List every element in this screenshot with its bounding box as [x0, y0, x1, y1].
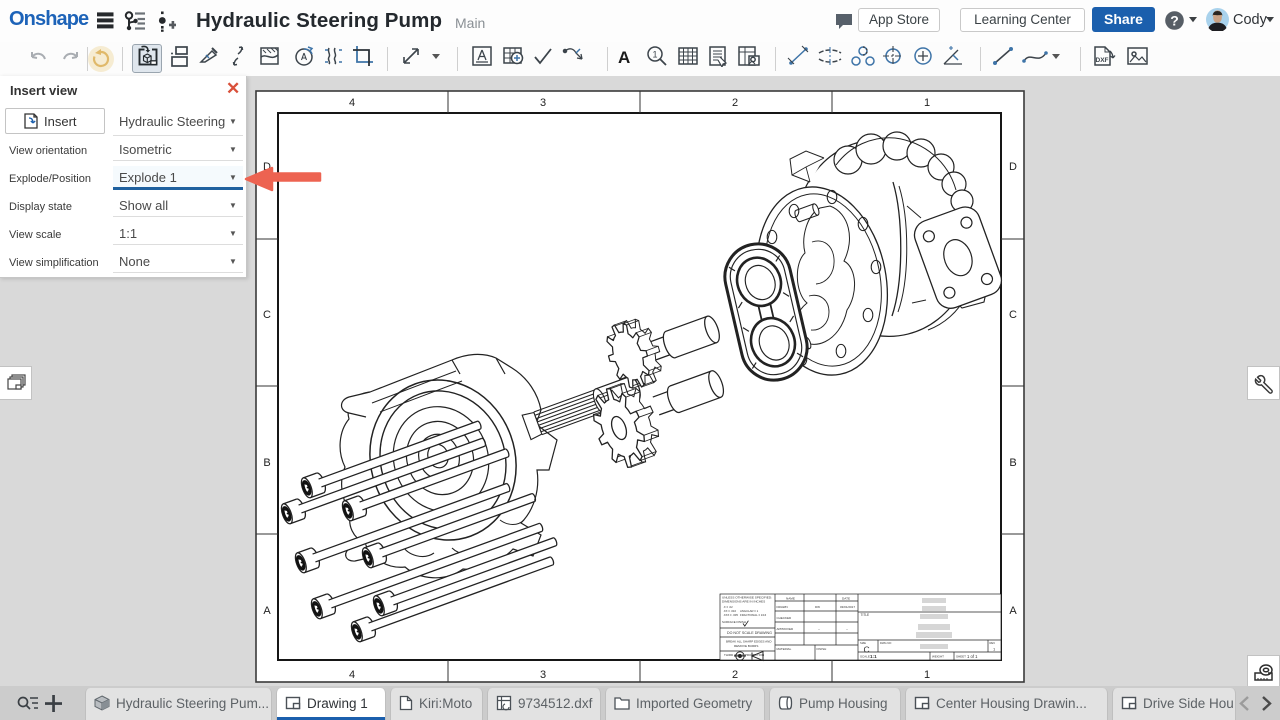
svg-text:MATERIAL: MATERIAL — [777, 647, 792, 651]
svg-text:4: 4 — [349, 669, 355, 681]
svg-text:DIMENSIONS ARE IN INCHES: DIMENSIONS ARE IN INCHES — [722, 600, 765, 604]
svg-text:3: 3 — [540, 97, 546, 109]
svg-text:.XXX ± .005: .XXX ± .005 — [723, 613, 738, 617]
svg-text:REMOVE BURRS: REMOVE BURRS — [734, 644, 758, 648]
svg-text:DWG NO: DWG NO — [880, 641, 891, 645]
svg-text:FINISH: FINISH — [817, 647, 827, 651]
svg-text:B: B — [263, 457, 270, 469]
svg-text:1: 1 — [924, 669, 930, 681]
svg-text:WEIGHT: WEIGHT — [932, 655, 944, 659]
svg-text:--: -- — [846, 627, 848, 631]
svg-text:SCALE: SCALE — [860, 655, 870, 659]
svg-text:DRAWN: DRAWN — [777, 605, 788, 609]
svg-text:A: A — [263, 605, 271, 617]
svg-text:APPROVED: APPROVED — [777, 627, 795, 631]
svg-text:4: 4 — [349, 97, 355, 109]
svg-text:1: 1 — [924, 97, 930, 109]
svg-text:2: 2 — [732, 669, 738, 681]
svg-text:NAME: NAME — [786, 597, 795, 601]
svg-text:3: 3 — [540, 669, 546, 681]
svg-text:REV: REV — [990, 641, 996, 645]
svg-text:FRACTIONAL ± 1/16: FRACTIONAL ± 1/16 — [740, 613, 767, 617]
svg-text:2: 2 — [732, 97, 738, 109]
svg-text:03/01/2017: 03/01/2017 — [840, 605, 855, 609]
svg-text:SHEET: SHEET — [956, 655, 966, 659]
svg-text:DATE: DATE — [842, 597, 850, 601]
svg-text:TITLE: TITLE — [861, 613, 870, 617]
svg-text:1: 1 — [652, 50, 657, 60]
svg-text:1:1: 1:1 — [870, 654, 877, 659]
svg-text:C: C — [263, 309, 271, 321]
svg-text:A: A — [1009, 605, 1017, 617]
svg-text:SURFACE FINISH: SURFACE FINISH — [722, 620, 746, 624]
svg-text:?: ? — [1170, 13, 1179, 29]
svg-text:DW: DW — [815, 605, 820, 609]
svg-text:D: D — [1009, 161, 1017, 173]
svg-text:--: -- — [818, 627, 820, 631]
svg-text:C: C — [864, 645, 870, 655]
svg-text:1 of 1: 1 of 1 — [967, 654, 978, 659]
svg-text:DXF: DXF — [1096, 57, 1109, 64]
svg-text:C: C — [1009, 309, 1017, 321]
svg-text:CHECKED: CHECKED — [777, 616, 793, 620]
svg-text:BREAK ALL SHARP EDGES AND: BREAK ALL SHARP EDGES AND — [726, 640, 772, 644]
svg-text:DO NOT SCALE DRAWING: DO NOT SCALE DRAWING — [727, 631, 772, 635]
svg-text:B: B — [1009, 457, 1016, 469]
